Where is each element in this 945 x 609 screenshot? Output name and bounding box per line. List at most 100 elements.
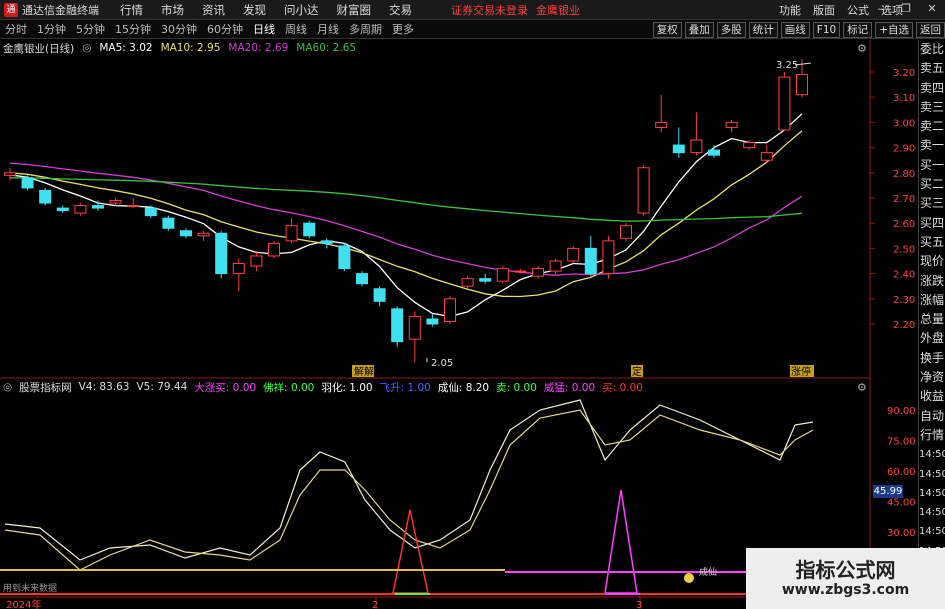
quote-panel-item[interactable]: 现价	[919, 252, 945, 271]
quote-panel-item[interactable]: 14:50	[919, 465, 945, 484]
indicator-lines: 成仙 用到未来数据	[0, 399, 870, 595]
quote-panel-item[interactable]: 换手	[919, 349, 945, 368]
candle-up[interactable]	[549, 260, 562, 272]
candle-down[interactable]	[320, 240, 333, 244]
quote-panel-item[interactable]: 总量	[919, 310, 945, 329]
stock-period-label[interactable]: 金鹰银业(日线)	[3, 41, 74, 56]
quote-panel-item[interactable]: 卖五	[919, 59, 945, 78]
date-label-mar: 3	[636, 600, 642, 609]
candle-up[interactable]	[250, 255, 263, 267]
candle-up[interactable]	[109, 200, 122, 204]
indicator-info: ◎ 股票指标网 V4: 83.63 V5: 79.44 大涨买: 0.00 佛祥…	[0, 379, 650, 395]
candle-up[interactable]	[4, 172, 16, 176]
quote-panel-item[interactable]: 净资	[919, 368, 945, 387]
indicator-gear-icon[interactable]: ◎	[3, 381, 12, 393]
quote-panel-item[interactable]: 卖四	[919, 79, 945, 98]
candle-up[interactable]	[285, 225, 298, 242]
buy-value: 买: 0.00	[602, 381, 643, 394]
indicator-current-badge: 45.99	[873, 485, 903, 498]
v5-value: V5: 79.44	[136, 381, 188, 393]
quote-panel-item[interactable]: 行情	[919, 426, 945, 445]
ma5-line	[9, 113, 803, 318]
quote-panel-item[interactable]: 买二	[919, 175, 945, 194]
candle-down[interactable]	[180, 230, 192, 237]
quote-panel-item[interactable]: 外盘	[919, 329, 945, 348]
quote-panel-item[interactable]: 卖二	[919, 117, 945, 136]
quote-panel-item[interactable]: 14:50	[919, 503, 945, 522]
candle-up[interactable]	[408, 315, 421, 340]
chart-settings-icon[interactable]: ⚙	[857, 42, 867, 55]
price-axis-label: 2.80	[893, 169, 915, 180]
smiley-icon	[684, 573, 694, 583]
quote-panel-item[interactable]: 收益	[919, 387, 945, 406]
candle-up[interactable]	[444, 298, 456, 322]
candle-down[interactable]	[56, 207, 69, 212]
quote-panel-item[interactable]: 买三	[919, 194, 945, 213]
quote-panel-item[interactable]: 涨跌	[919, 272, 945, 291]
candle-up[interactable]	[620, 225, 632, 239]
candle-up[interactable]	[127, 205, 140, 208]
low-annotation: 2.05	[426, 358, 453, 369]
candle-down[interactable]	[338, 245, 351, 270]
candle-up[interactable]	[496, 268, 509, 282]
quote-panel-item[interactable]: 卖一	[919, 136, 945, 155]
candle-up[interactable]	[232, 263, 245, 275]
quote-panel-item[interactable]: 14:50	[919, 522, 945, 541]
candle-down[interactable]	[21, 177, 34, 189]
candle-up[interactable]	[567, 247, 580, 262]
candle-down[interactable]	[303, 222, 316, 237]
quote-panel-item[interactable]: 卖三	[919, 98, 945, 117]
yuhua-value: 羽化: 1.00	[321, 381, 373, 394]
quote-panel-item[interactable]: 买一	[919, 156, 945, 175]
candle-down[interactable]	[92, 205, 104, 209]
candle-down[interactable]	[479, 278, 492, 282]
candle-down[interactable]	[391, 308, 404, 343]
back-button[interactable]: 返回	[916, 21, 945, 38]
v4-value: V4: 83.63	[78, 381, 130, 393]
candle-up[interactable]	[268, 242, 280, 257]
quote-panel-item[interactable]: 14:50	[919, 484, 945, 503]
close-icon[interactable]: ✕	[925, 2, 939, 16]
quote-panel-item[interactable]: 买五	[919, 233, 945, 252]
candle-up[interactable]	[778, 76, 791, 131]
quote-panel-item[interactable]: 涨幅	[919, 291, 945, 310]
candle-up[interactable]	[514, 270, 527, 273]
candle-down[interactable]	[215, 232, 228, 275]
candle-up[interactable]	[796, 74, 808, 96]
indicator-line-v5	[4, 409, 814, 571]
candle-down[interactable]	[356, 273, 368, 285]
candle-down[interactable]	[39, 189, 52, 204]
tag-chengxian: 成仙	[699, 566, 717, 578]
candle-down[interactable]	[162, 217, 175, 229]
candle-up[interactable]	[197, 232, 210, 237]
quote-panel-item[interactable]: 委比	[919, 40, 945, 59]
candle-up[interactable]	[532, 268, 544, 277]
candle-down[interactable]	[584, 247, 597, 275]
kline-chart[interactable]: 3.20 3.10 3.00 2.90 2.80 2.70 2.60 2.50 2.40 2.30…	[0, 0, 918, 609]
settings-gear-icon[interactable]: ◎	[82, 42, 91, 54]
candle-down[interactable]	[426, 318, 439, 325]
price-axis-label: 2.90	[893, 144, 915, 155]
candle-down[interactable]	[672, 144, 685, 154]
candle-up[interactable]	[74, 205, 87, 214]
quote-panel-item[interactable]: 自动	[919, 407, 945, 426]
indicator-settings-icon[interactable]: ⚙	[857, 381, 867, 394]
candle-up[interactable]	[743, 142, 756, 149]
signal-peak-red	[392, 509, 429, 594]
date-axis: 2024年 2 3	[6, 597, 642, 609]
candle-up[interactable]	[690, 139, 703, 154]
candle-up[interactable]	[461, 278, 474, 287]
candle-down[interactable]	[144, 207, 157, 217]
indicator-line-v4	[4, 399, 814, 561]
price-axis-label: 3.00	[893, 118, 915, 129]
candle-down[interactable]	[373, 288, 386, 302]
candle-up[interactable]	[637, 167, 650, 214]
candle-down[interactable]	[708, 149, 720, 156]
candle-up[interactable]	[655, 121, 668, 128]
candle-up[interactable]	[602, 240, 615, 275]
indicator-name[interactable]: 股票指标网	[19, 380, 72, 395]
candle-up[interactable]	[725, 121, 738, 128]
quote-panel-item[interactable]: 14:50	[919, 445, 945, 464]
quote-panel-item[interactable]: 买四	[919, 214, 945, 233]
candle-up[interactable]	[760, 152, 773, 161]
